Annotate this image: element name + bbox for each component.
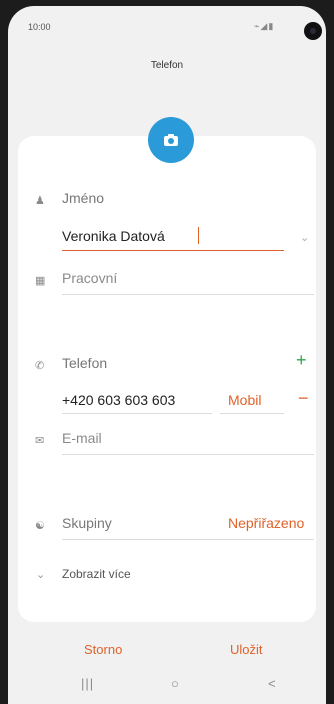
camera-icon — [164, 134, 178, 146]
text-cursor — [198, 227, 199, 244]
status-bar: 10:00 ⌁◢▮ — [8, 6, 326, 40]
groups-label[interactable]: Skupiny — [62, 515, 112, 531]
phone-underline — [62, 413, 212, 414]
home-icon[interactable]: ○ — [171, 676, 179, 691]
chevron-down-small-icon: ⌄ — [36, 569, 46, 581]
screen: 10:00 ⌁◢▮ Telefon ♟ Jméno Veronika Datov… — [8, 6, 326, 704]
save-button[interactable]: Uložit — [230, 642, 263, 657]
phone-frame: 10:00 ⌁◢▮ Telefon ♟ Jméno Veronika Datov… — [0, 0, 334, 704]
page-title: Telefon — [150, 60, 184, 71]
organization-underline — [62, 294, 314, 295]
bottom-actions: Storno Uložit — [8, 642, 326, 666]
phone-type-underline — [220, 413, 284, 414]
phone-icon: ✆ — [35, 360, 45, 372]
groups-value[interactable]: Nepřiřazeno — [228, 515, 304, 531]
organization-icon: ▦ — [35, 275, 46, 287]
phone-label: Telefon — [62, 355, 108, 371]
signal-battery-icon: ⌁◢▮ — [254, 21, 275, 31]
remove-phone-icon[interactable]: − — [298, 388, 309, 409]
organization-input[interactable]: Pracovní — [62, 270, 117, 286]
phone-input[interactable]: +420 603 603 603 — [62, 392, 175, 408]
front-camera-icon — [304, 22, 322, 40]
recent-apps-icon[interactable]: ||| — [81, 676, 94, 691]
contact-form-card: ♟ Jméno Veronika Datová ⌄ ▦ Pracovní ✆ T… — [18, 136, 316, 622]
status-time: 10:00 — [28, 22, 51, 32]
navigation-bar: ||| ○ < — [8, 666, 326, 704]
email-underline — [62, 454, 314, 455]
groups-icon: ☯ — [35, 520, 45, 532]
phone-type-select[interactable]: Mobil — [228, 392, 261, 408]
name-input-underline — [62, 250, 284, 251]
show-more-button[interactable]: Zobrazit více — [62, 567, 131, 581]
chevron-down-icon[interactable]: ⌄ — [300, 231, 309, 244]
back-icon[interactable]: < — [268, 676, 276, 691]
add-photo-button[interactable] — [148, 117, 194, 163]
groups-underline — [62, 539, 314, 540]
name-input[interactable]: Veronika Datová — [62, 228, 165, 244]
person-icon: ♟ — [35, 195, 45, 207]
name-label: Jméno — [62, 190, 105, 206]
email-input[interactable]: E-mail — [62, 430, 102, 446]
add-phone-icon[interactable]: + — [296, 350, 307, 371]
cancel-button[interactable]: Storno — [84, 642, 122, 657]
email-icon: ✉ — [35, 435, 45, 447]
